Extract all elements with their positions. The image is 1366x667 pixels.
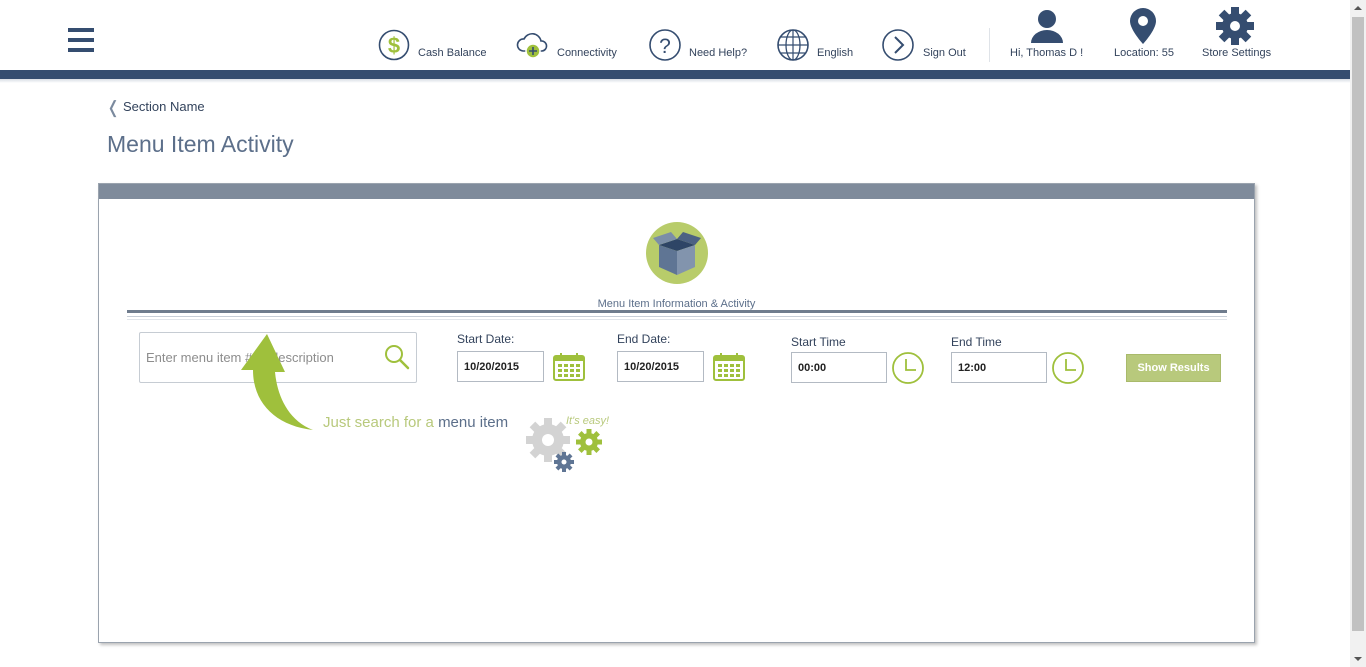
search-icon[interactable]: [383, 343, 411, 371]
scroll-down-arrow-icon[interactable]: [1350, 651, 1366, 667]
end-time-input[interactable]: [952, 353, 1046, 382]
globe-icon: [777, 29, 809, 61]
cash-balance-label: Cash Balance: [418, 47, 487, 59]
search-hint-emphasis: menu item: [438, 414, 509, 431]
start-time-clock-icon[interactable]: [891, 351, 925, 385]
menu-item-activity-panel: Menu Item Information & Activity Start D…: [98, 183, 1255, 643]
header-divider: [989, 28, 990, 62]
top-header: $ Cash Balance Connectivity ? Need Help?…: [0, 0, 1350, 70]
connectivity-label: Connectivity: [557, 47, 617, 59]
start-date-label: Start Date:: [457, 332, 515, 346]
chevron-right-circle-icon: [882, 29, 914, 61]
panel-header-bar: [99, 184, 1254, 199]
breadcrumb-label: Section Name: [123, 99, 205, 114]
question-icon: ?: [649, 29, 681, 61]
start-time-input[interactable]: [792, 353, 886, 382]
language-label: English: [817, 47, 854, 59]
chevron-left-icon: ❬: [106, 98, 121, 117]
end-time-clock-icon[interactable]: [1051, 351, 1085, 385]
location-label: Location: 55: [1114, 47, 1174, 59]
start-date-calendar-icon[interactable]: [553, 353, 585, 381]
header-shadow: [0, 79, 1350, 83]
svg-text:?: ?: [659, 35, 671, 58]
connectivity-button[interactable]: Connectivity: [515, 0, 625, 70]
page-title: Menu Item Activity: [107, 131, 294, 157]
user-greeting-label: Hi, Thomas D !: [1010, 47, 1084, 59]
cloud-connectivity-icon: [516, 33, 548, 59]
search-hint-text: Just search for a: [323, 414, 439, 431]
show-results-button[interactable]: Show Results: [1126, 354, 1221, 382]
gear-icon: [1216, 7, 1254, 45]
header-accent-bar: [0, 70, 1350, 79]
svg-text:$: $: [388, 33, 400, 58]
vertical-scrollbar[interactable]: [1350, 0, 1366, 667]
its-easy-label: It's easy!: [566, 415, 610, 427]
open-box-icon: [646, 222, 708, 284]
cash-balance-button[interactable]: $ Cash Balance: [376, 0, 491, 70]
search-hint: Just search for a menu item: [323, 414, 508, 431]
end-date-calendar-icon[interactable]: [713, 353, 745, 381]
end-date-input[interactable]: [618, 352, 703, 381]
scroll-up-arrow-icon[interactable]: [1350, 0, 1366, 16]
language-button[interactable]: English: [776, 0, 861, 70]
end-date-field: [617, 351, 704, 382]
dollar-icon: $: [378, 29, 410, 61]
user-icon: [1031, 10, 1063, 43]
curved-arrow-icon: [241, 334, 313, 430]
store-settings-button[interactable]: Store Settings: [1200, 0, 1274, 70]
divider: [127, 319, 1227, 320]
location-pin-icon: [1130, 8, 1156, 44]
end-date-label: End Date:: [617, 332, 671, 346]
store-settings-label: Store Settings: [1202, 47, 1272, 59]
end-time-field: [951, 352, 1047, 383]
start-time-label: Start Time: [791, 335, 846, 349]
section-caption: Menu Item Information & Activity: [597, 298, 756, 310]
hamburger-menu-icon[interactable]: [68, 28, 94, 54]
need-help-label: Need Help?: [689, 47, 748, 59]
end-time-label: End Time: [951, 335, 1002, 349]
divider: [127, 316, 1227, 317]
sign-out-button[interactable]: Sign Out: [881, 0, 971, 70]
start-date-input[interactable]: [458, 352, 543, 381]
need-help-button[interactable]: ? Need Help?: [648, 0, 753, 70]
start-time-field: [791, 352, 887, 383]
start-date-field: [457, 351, 544, 382]
location-button[interactable]: Location: 55: [1112, 0, 1178, 70]
divider: [127, 310, 1227, 313]
scroll-thumb[interactable]: [1352, 17, 1364, 631]
sign-out-label: Sign Out: [923, 47, 966, 59]
user-profile-button[interactable]: Hi, Thomas D !: [1008, 0, 1090, 70]
